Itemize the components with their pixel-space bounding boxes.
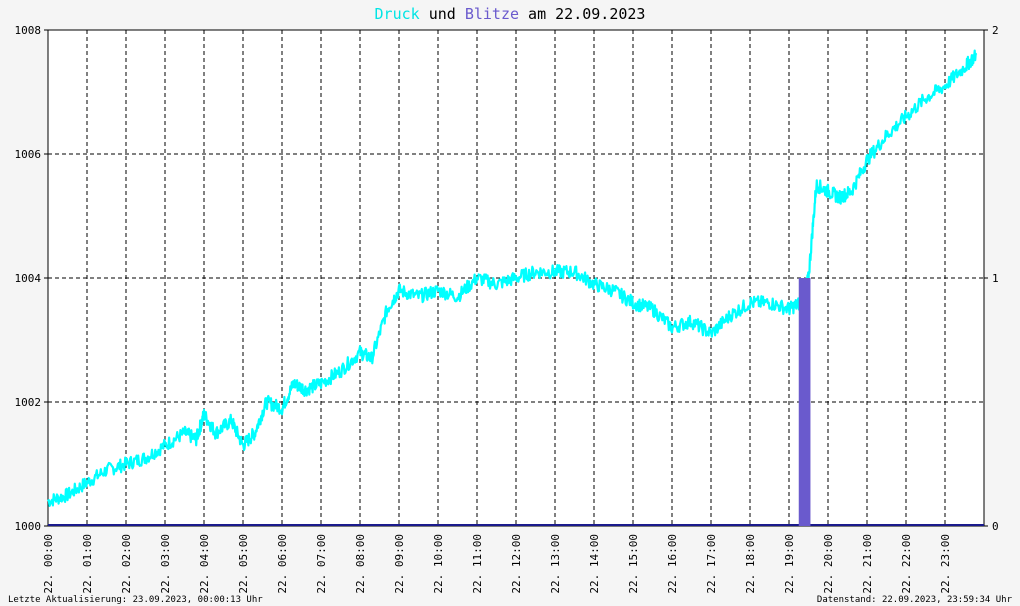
x-tick-label: 22. 15:00 — [627, 534, 640, 594]
x-tick-label: 22. 07:00 — [315, 534, 328, 594]
series-bar-blitze — [798, 278, 811, 526]
x-tick-label: 22. 05:00 — [237, 534, 250, 594]
x-tick-label: 22. 10:00 — [432, 534, 445, 594]
chart-title: Druck und Blitze am 22.09.2023 — [375, 5, 646, 23]
x-tick-label: 22. 12:00 — [510, 534, 523, 594]
title-part: am 22.09.2023 — [519, 5, 645, 23]
x-tick-label: 22. 19:00 — [783, 534, 796, 594]
x-tick-label: 22. 17:00 — [705, 534, 718, 594]
y-tick-label: 1002 — [15, 396, 42, 409]
x-tick-label: 22. 09:00 — [393, 534, 406, 594]
x-tick-label: 22. 13:00 — [549, 534, 562, 594]
x-tick-label: 22. 14:00 — [588, 534, 601, 594]
x-tick-label: 22. 22:00 — [900, 534, 913, 594]
x-tick-label: 22. 00:00 — [42, 534, 55, 594]
title-part: Blitze — [465, 5, 519, 23]
x-tick-label: 22. 23:00 — [939, 534, 952, 594]
y-tick-label: 1006 — [15, 148, 42, 161]
y2-tick-label: 1 — [992, 272, 999, 285]
x-tick-label: 22. 01:00 — [81, 534, 94, 594]
x-tick-label: 22. 03:00 — [159, 534, 172, 594]
footer-last-update: Letzte Aktualisierung: 23.09.2023, 00:00… — [8, 595, 263, 605]
x-tick-label: 22. 20:00 — [822, 534, 835, 594]
x-tick-label: 22. 16:00 — [666, 534, 679, 594]
x-tick-label: 22. 11:00 — [471, 534, 484, 594]
x-tick-label: 22. 21:00 — [861, 534, 874, 594]
title-part: Druck — [375, 5, 420, 23]
chart: Druck und Blitze am 22.09.2023 22. 00:00… — [0, 0, 1020, 606]
x-tick-label: 22. 06:00 — [276, 534, 289, 594]
y-tick-label: 1000 — [15, 520, 42, 533]
x-tick-label: 22. 04:00 — [198, 534, 211, 594]
y-tick-label: 1004 — [15, 272, 42, 285]
title-part: und — [420, 5, 465, 23]
footer-data-status: Datenstand: 22.09.2023, 23:59:34 Uhr — [817, 595, 1013, 605]
y2-tick-label: 2 — [992, 24, 999, 37]
x-tick-label: 22. 18:00 — [744, 534, 757, 594]
x-tick-label: 22. 08:00 — [354, 534, 367, 594]
x-tick-label: 22. 02:00 — [120, 534, 133, 594]
y-tick-label: 1008 — [15, 24, 42, 37]
y2-tick-label: 0 — [992, 520, 999, 533]
